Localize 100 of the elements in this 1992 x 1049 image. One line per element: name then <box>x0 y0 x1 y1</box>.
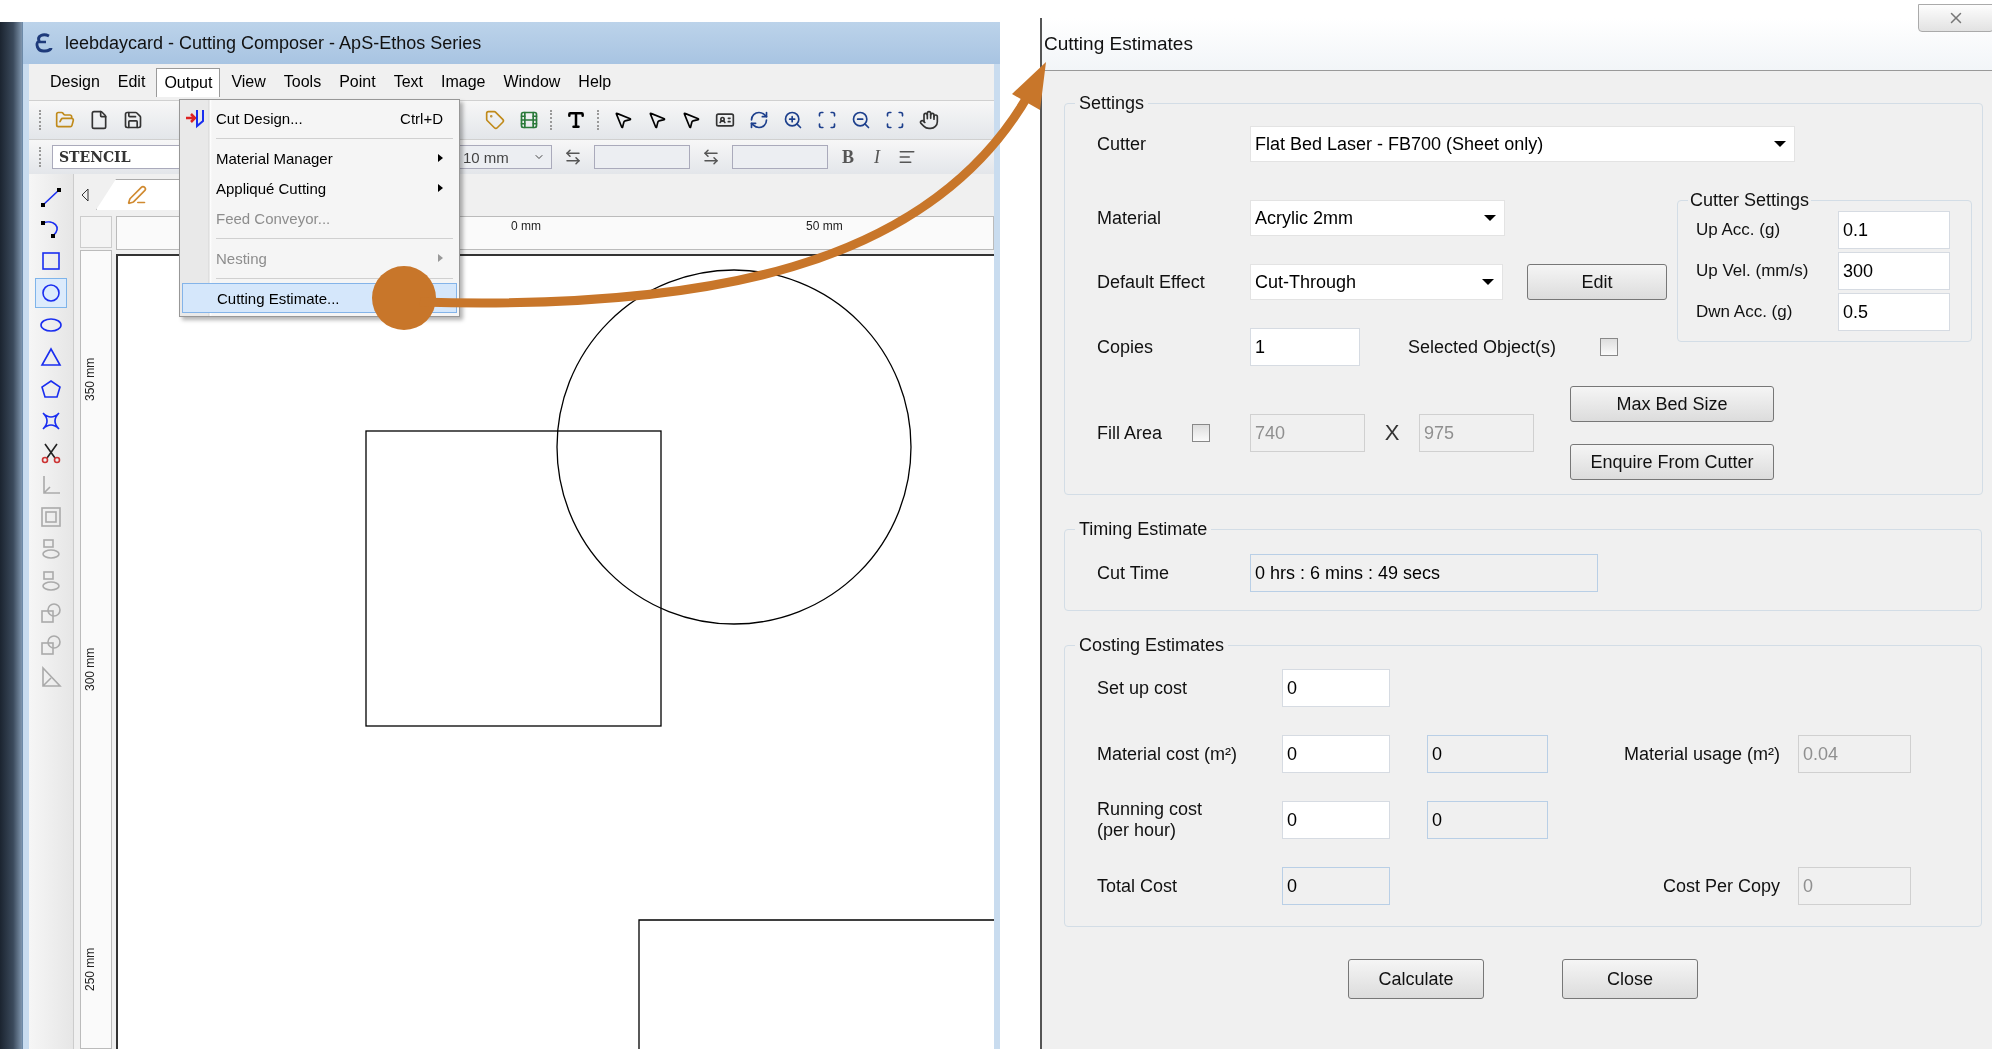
save-icon[interactable] <box>123 110 143 130</box>
scissors-icon <box>39 441 63 465</box>
overlapping-shapes-icon <box>39 633 63 657</box>
shape-stack-icon <box>39 569 63 593</box>
field-label: Cutter <box>1097 133 1148 155</box>
menu-item[interactable]: Text <box>386 68 430 96</box>
hand-icon[interactable] <box>919 110 939 130</box>
close-dialog-button[interactable]: Close <box>1562 959 1698 999</box>
group-title: Cutter Settings <box>1689 190 1811 211</box>
card-icon[interactable] <box>715 110 735 130</box>
pointer-icon[interactable] <box>613 110 633 130</box>
cost-field: 0 <box>1282 867 1390 905</box>
field-label: Copies <box>1097 336 1155 358</box>
pointer-icon[interactable] <box>647 110 667 130</box>
triangle-tool-icon <box>39 345 63 369</box>
app-logo-icon <box>33 32 55 54</box>
field-label: Running cost (per hour) <box>1097 799 1204 841</box>
enquire-button[interactable]: Enquire From Cutter <box>1570 444 1774 480</box>
copies-field[interactable]: 1 <box>1250 328 1360 366</box>
rectangle-tool-icon <box>39 249 63 273</box>
cost-field[interactable]: 0 <box>1282 669 1390 707</box>
material-dropdown[interactable]: Acrylic 2mm <box>1250 200 1505 236</box>
circle-shape[interactable] <box>556 269 912 625</box>
ruler-label: 300 mm <box>83 647 97 691</box>
cutter-dropdown[interactable]: Flat Bed Laser - FB700 (Sheet only) <box>1250 126 1795 162</box>
cost-field[interactable]: 0 <box>1282 735 1390 773</box>
menu-entry[interactable]: Appliqué Cutting <box>182 173 457 203</box>
zoom-in-icon[interactable] <box>783 110 803 130</box>
open-folder-icon[interactable] <box>55 110 75 130</box>
spacing-icon[interactable] <box>564 148 582 166</box>
pentagon-tool-icon <box>39 377 63 401</box>
nested-squares-icon <box>39 505 63 529</box>
input-field[interactable]: 0.5 <box>1838 293 1950 331</box>
tool-button[interactable] <box>35 278 67 308</box>
tag-icon[interactable] <box>485 110 505 130</box>
caret-icon <box>1484 215 1496 221</box>
line-tool-icon <box>39 185 63 209</box>
input-field[interactable]: 0.1 <box>1838 211 1950 249</box>
spin-field[interactable] <box>732 145 828 169</box>
menu-item[interactable]: Image <box>433 68 493 96</box>
new-file-icon[interactable] <box>89 110 109 130</box>
edit-button[interactable]: Edit <box>1527 264 1667 300</box>
circle-tool-icon <box>39 281 63 305</box>
dialog-title: Cutting Estimates <box>1044 33 1193 55</box>
scroll-left-icon[interactable] <box>80 188 90 202</box>
pointer-icon[interactable] <box>681 110 701 130</box>
field-label: Material <box>1097 207 1163 229</box>
field-label: Up Acc. (g) <box>1696 220 1782 240</box>
spacing-icon[interactable] <box>702 148 720 166</box>
field-label: Material cost (m²) <box>1097 743 1238 765</box>
film-icon[interactable] <box>519 110 539 130</box>
input-field[interactable]: 300 <box>1838 252 1950 290</box>
times-sign: X <box>1383 420 1401 446</box>
menu-item[interactable]: Tools <box>276 68 329 96</box>
text-tool-icon[interactable] <box>566 110 586 130</box>
checkbox[interactable] <box>1192 424 1210 442</box>
caret-icon <box>1774 141 1786 147</box>
overlapping-shapes-icon <box>39 601 63 625</box>
menu-item[interactable]: Edit <box>110 68 153 96</box>
zoom-selection-icon[interactable] <box>885 110 905 130</box>
caret-icon <box>1482 279 1494 285</box>
field-label: Dwn Acc. (g) <box>1696 302 1794 322</box>
bold-button[interactable]: B <box>836 146 860 168</box>
field-label: Up Vel. (mm/s) <box>1696 261 1810 281</box>
field-label: Material usage (m²) <box>1622 743 1780 765</box>
menu-item[interactable]: Design <box>43 68 107 96</box>
zoom-frame-icon[interactable] <box>817 110 837 130</box>
italic-button[interactable]: I <box>868 146 886 168</box>
pencil-icon <box>127 185 147 205</box>
field-label: Cost Per Copy <box>1661 875 1780 897</box>
field-label: Set up cost <box>1097 677 1189 699</box>
field-label: Cut Time <box>1097 562 1171 584</box>
cost-field[interactable]: 0 <box>1282 801 1390 839</box>
ruler-label: 0 mm <box>511 219 541 233</box>
shape-stack-icon <box>39 537 63 561</box>
square-shape[interactable] <box>365 430 662 727</box>
ruler-label: 50 mm <box>806 219 843 233</box>
cut-design-icon <box>184 107 206 129</box>
group-title: Costing Estimates <box>1078 635 1226 656</box>
calculate-button[interactable]: Calculate <box>1348 959 1484 999</box>
menu-item[interactable]: View <box>224 68 273 96</box>
spin-field[interactable] <box>594 145 690 169</box>
max-bed-size-button[interactable]: Max Bed Size <box>1570 386 1774 422</box>
effect-dropdown[interactable]: Cut-Through <box>1250 264 1503 300</box>
cost-field: 0 <box>1427 801 1548 839</box>
menu-item[interactable]: Point <box>332 68 383 96</box>
menu-item[interactable]: Help <box>571 68 619 96</box>
checkbox[interactable] <box>1600 338 1618 356</box>
menu-item[interactable]: Output <box>156 67 221 97</box>
field-label: Fill Area <box>1097 422 1164 444</box>
menu-item[interactable]: Window <box>496 68 568 96</box>
align-icon[interactable] <box>898 148 916 166</box>
field-label: Total Cost <box>1097 875 1179 897</box>
refresh-icon[interactable] <box>749 110 769 130</box>
angle-icon <box>39 665 63 689</box>
cut-time-field: 0 hrs : 6 mins : 49 secs <box>1250 554 1598 592</box>
menu-entry[interactable]: Material Manager <box>182 143 457 173</box>
cost-field: 0 <box>1427 735 1548 773</box>
menu-entry[interactable]: Cut Design... Ctrl+D <box>182 103 457 143</box>
zoom-out-icon[interactable] <box>851 110 871 130</box>
